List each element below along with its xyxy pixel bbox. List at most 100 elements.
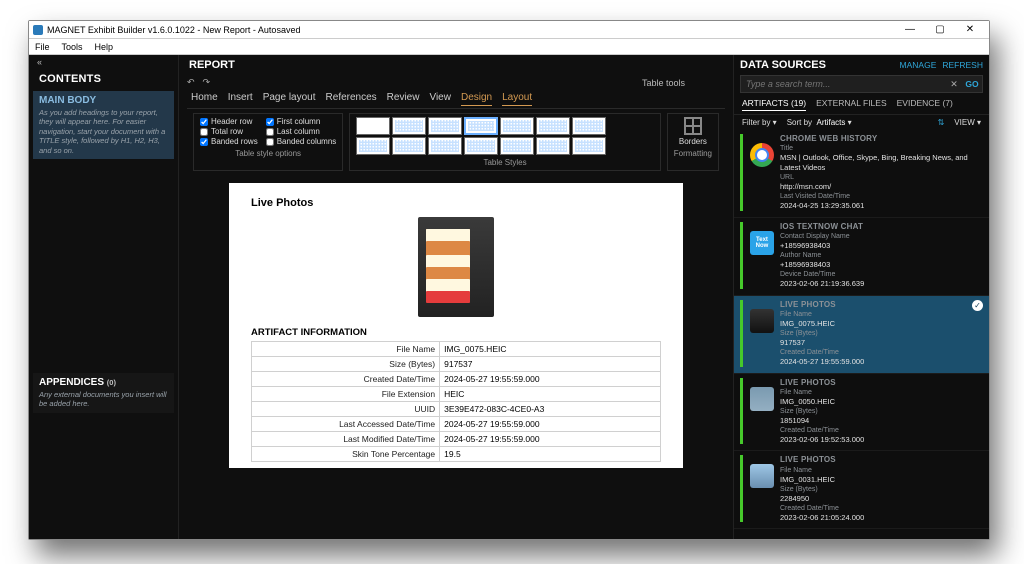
relevance-bar [740,134,743,211]
undo-button[interactable]: ↶ [187,77,195,88]
data-card[interactable]: LIVE PHOTOSFile NameIMG_0031.HEICSize (B… [734,451,989,529]
tab-insert[interactable]: Insert [228,90,253,106]
check-first-column[interactable]: First column [266,117,337,126]
titlebar: MAGNET Exhibit Builder v1.6.0.1022 - New… [29,21,989,39]
table-style-swatch[interactable] [572,137,606,155]
table-row: Last Modified Date/Time2024-05-27 19:55:… [252,432,661,447]
tab-design[interactable]: Design [461,90,492,106]
card-field: File Name [780,388,983,397]
card-field: Created Date/Time [780,504,983,513]
row-value: 2024-05-27 19:55:59.000 [440,417,661,432]
row-value: 2024-05-27 19:55:59.000 [440,432,661,447]
document-page: Live Photos ARTIFACT INFORMATION File Na… [229,183,683,468]
menu-help[interactable]: Help [95,42,114,52]
doc-heading: Live Photos [251,197,661,209]
group-label-styles: Table Styles [356,158,653,167]
table-style-swatch[interactable] [392,117,426,135]
ribbon-tabs: Home Insert Page layout References Revie… [187,88,725,109]
table-style-swatch[interactable] [536,117,570,135]
table-style-swatch[interactable] [464,117,498,135]
table-style-swatch[interactable] [500,137,534,155]
maximize-button[interactable]: ▢ [925,24,955,35]
table-style-swatch[interactable] [356,117,390,135]
tab-layout[interactable]: Layout [502,90,532,106]
row-value: 2024-05-27 19:55:59.000 [440,372,661,387]
row-value: 917537 [440,357,661,372]
check-header-row[interactable]: Header row [200,117,258,126]
data-card[interactable]: LIVE PHOTOSFile NameIMG_0075.HEICSize (B… [734,296,989,374]
data-card[interactable]: TextNowIOS TEXTNOW CHATContact Display N… [734,218,989,296]
relevance-bar [740,222,743,289]
group-label-options: Table style options [200,149,336,158]
view-button[interactable]: VIEW ▾ [954,118,981,127]
check-banded-rows[interactable]: Banded rows [200,137,258,146]
card-field: Last Visited Date/Time [780,192,983,201]
clear-search-icon[interactable]: ✕ [946,79,962,90]
card-field: File Name [780,310,983,319]
table-style-swatch[interactable] [500,117,534,135]
table-style-swatch[interactable] [464,137,498,155]
borders-label: Borders [679,137,707,146]
redo-button[interactable]: ↷ [203,77,211,88]
collapse-icon[interactable]: « [33,55,174,69]
data-card[interactable]: LIVE PHOTOSFile NameIMG_0050.HEICSize (B… [734,374,989,452]
contents-appendices[interactable]: APPENDICES (0) Any external documents yo… [33,373,174,413]
table-row: Last Accessed Date/Time2024-05-27 19:55:… [252,417,661,432]
card-field: URL [780,173,983,182]
table-style-swatch[interactable] [392,137,426,155]
data-card[interactable]: CHROME WEB HISTORYTitleMSN | Outlook, Of… [734,130,989,218]
table-row: Skin Tone Percentage19.5 [252,447,661,462]
go-button[interactable]: GO [962,79,982,89]
card-field: File Name [780,466,983,475]
tab-view[interactable]: View [429,90,451,106]
card-field: Title [780,144,983,153]
minimize-button[interactable]: — [895,24,925,35]
search-input[interactable] [741,76,946,92]
appendices-title: APPENDICES [39,377,104,388]
close-button[interactable]: ✕ [955,24,985,35]
sort-direction-icon[interactable]: ⇅ [938,118,945,127]
menu-file[interactable]: File [35,42,50,52]
row-value: 3E39E472-083C-4CE0-A3 [440,402,661,417]
tab-review[interactable]: Review [387,90,420,106]
table-row: Size (Bytes)917537 [252,357,661,372]
tab-home[interactable]: Home [191,90,218,106]
borders-button[interactable]: Borders [674,117,712,146]
tab-external-files[interactable]: EXTERNAL FILES [816,98,887,111]
refresh-button[interactable]: REFRESH [942,60,983,70]
card-text: LIVE PHOTOSFile NameIMG_0050.HEICSize (B… [780,378,983,445]
card-text: CHROME WEB HISTORYTitleMSN | Outlook, Of… [780,134,983,211]
table-style-swatch[interactable] [428,117,462,135]
table-style-swatch[interactable] [356,137,390,155]
table-style-swatch[interactable] [428,137,462,155]
card-field: Size (Bytes) [780,329,983,338]
app-icon [33,25,43,35]
card-text: IOS TEXTNOW CHATContact Display Name+185… [780,222,983,289]
check-banded-columns[interactable]: Banded columns [266,137,337,146]
tab-evidence[interactable]: EVIDENCE (7) [897,98,953,111]
document-viewport[interactable]: Live Photos ARTIFACT INFORMATION File Na… [179,177,733,539]
table-style-swatch[interactable] [536,137,570,155]
manage-button[interactable]: MANAGE [900,60,937,70]
row-key: Created Date/Time [252,372,440,387]
cards-list[interactable]: CHROME WEB HISTORYTitleMSN | Outlook, Of… [734,130,989,539]
report-panel: REPORT ↶ ↷ Table tools Home Insert Page … [179,55,733,539]
tab-page-layout[interactable]: Page layout [263,90,316,106]
style-gallery [356,117,653,155]
menu-tools[interactable]: Tools [62,42,83,52]
card-value: http://msn.com/ [780,182,983,192]
tab-references[interactable]: References [326,90,377,106]
row-key: UUID [252,402,440,417]
card-text: LIVE PHOTOSFile NameIMG_0075.HEICSize (B… [780,300,983,367]
card-value: 2024-05-27 19:55:59.000 [780,357,983,367]
card-value: +18596938403 [780,241,983,251]
check-total-row[interactable]: Total row [200,127,258,136]
contents-main-body[interactable]: MAIN BODY As you add headings to your re… [33,91,174,159]
check-last-column[interactable]: Last column [266,127,337,136]
card-field: Contact Display Name [780,232,983,241]
card-thumbnail [750,143,774,167]
table-style-swatch[interactable] [572,117,606,135]
tab-artifacts[interactable]: ARTIFACTS (19) [742,98,806,111]
filter-by-button[interactable]: Filter by ▾ [742,118,777,127]
sort-by-button[interactable]: Sort by Artifacts ▾ [787,118,852,127]
